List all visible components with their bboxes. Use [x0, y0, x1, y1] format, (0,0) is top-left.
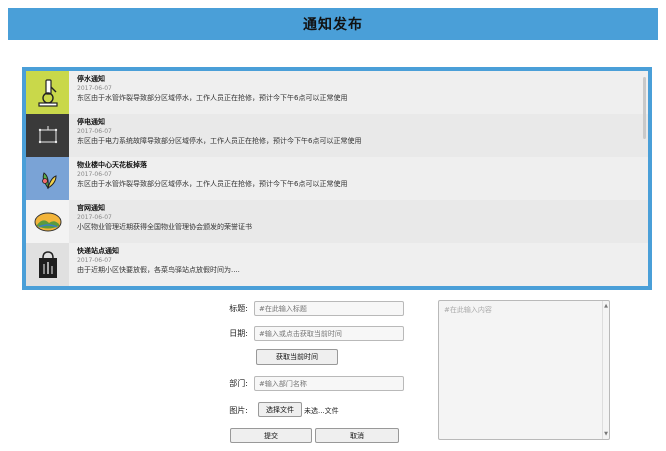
tote-bag-icon — [26, 243, 69, 286]
content-textarea[interactable]: #在此输入内容 ▲ ▼ — [438, 300, 610, 440]
notice-title: 物业楼中心天花板掉落 — [77, 161, 147, 169]
content-placeholder: #在此输入内容 — [444, 306, 492, 314]
image-label: 图片: — [229, 406, 248, 415]
notice-date: 2017-06-07 — [77, 85, 112, 92]
list-item[interactable]: 物业楼中心天花板掉落 2017-06-07 东区由于水管炸裂导致部分区域停水，工… — [26, 157, 648, 200]
choose-file-button[interactable]: 选择文件 — [258, 402, 302, 417]
department-label: 部门: — [229, 379, 248, 388]
date-label: 日期: — [229, 329, 248, 338]
submit-button[interactable]: 提交 — [230, 428, 312, 443]
notice-desc: 由于近期小区快要放假，各菜鸟驿站点放假时间为.... — [77, 266, 240, 274]
list-item[interactable]: 停电通知 2017-06-07 东区由于电力系统故障导致部分区域停水，工作人员正… — [26, 114, 648, 157]
title-input[interactable] — [254, 301, 404, 316]
notice-title: 快递站点通知 — [77, 247, 119, 255]
notice-desc: 小区物业管理近期获得全国物业管理协会颁发的荣誉证书 — [77, 223, 252, 231]
notice-date: 2017-06-07 — [77, 128, 112, 135]
get-current-time-button[interactable]: 获取当前时间 — [256, 349, 338, 365]
cancel-button[interactable]: 取消 — [315, 428, 399, 443]
notice-title: 停电通知 — [77, 118, 105, 126]
date-input[interactable] — [254, 326, 404, 341]
department-input[interactable] — [254, 376, 404, 391]
list-item[interactable]: 停水通知 2017-06-07 东区由于水管炸裂导致部分区域停水，工作人员正在抢… — [26, 71, 648, 114]
file-status: 未选...文件 — [304, 407, 339, 415]
frame-icon — [26, 114, 69, 157]
list-item[interactable]: 快递站点通知 2017-06-07 由于近期小区快要放假，各菜鸟驿站点放假时间为… — [26, 243, 648, 286]
notice-title: 停水通知 — [77, 75, 105, 83]
notice-list-frame: 停水通知 2017-06-07 东区由于水管炸裂导致部分区域停水，工作人员正在抢… — [22, 67, 652, 290]
plant-icon — [26, 157, 69, 200]
notice-desc: 东区由于水管炸裂导致部分区域停水，工作人员正在抢修，预计今下午6点可以正常使用 — [77, 180, 348, 188]
notice-date: 2017-06-07 — [77, 257, 112, 264]
scroll-down-icon[interactable]: ▼ — [604, 431, 608, 437]
notice-date: 2017-06-07 — [77, 214, 112, 221]
list-item[interactable]: 官网通知 2017-06-07 小区物业管理近期获得全国物业管理协会颁发的荣誉证… — [26, 200, 648, 243]
landscape-icon — [26, 200, 69, 243]
list-scrollbar[interactable] — [643, 77, 646, 139]
notice-desc: 东区由于电力系统故障导致部分区域停水，工作人员正在抢修，预计今下午6点可以正常使… — [77, 137, 362, 145]
notice-list[interactable]: 停水通知 2017-06-07 东区由于水管炸裂导致部分区域停水，工作人员正在抢… — [26, 71, 648, 286]
page-header: 通知发布 — [8, 8, 658, 40]
scroll-up-icon[interactable]: ▲ — [604, 303, 608, 309]
microscope-icon — [26, 71, 69, 114]
title-label: 标题: — [229, 304, 248, 313]
notice-date: 2017-06-07 — [77, 171, 112, 178]
textarea-scrollbar[interactable]: ▲ ▼ — [602, 301, 609, 439]
notice-title: 官网通知 — [77, 204, 105, 212]
page-title: 通知发布 — [303, 17, 363, 33]
notice-desc: 东区由于水管炸裂导致部分区域停水，工作人员正在抢修，预计今下午6点可以正常使用 — [77, 94, 348, 102]
